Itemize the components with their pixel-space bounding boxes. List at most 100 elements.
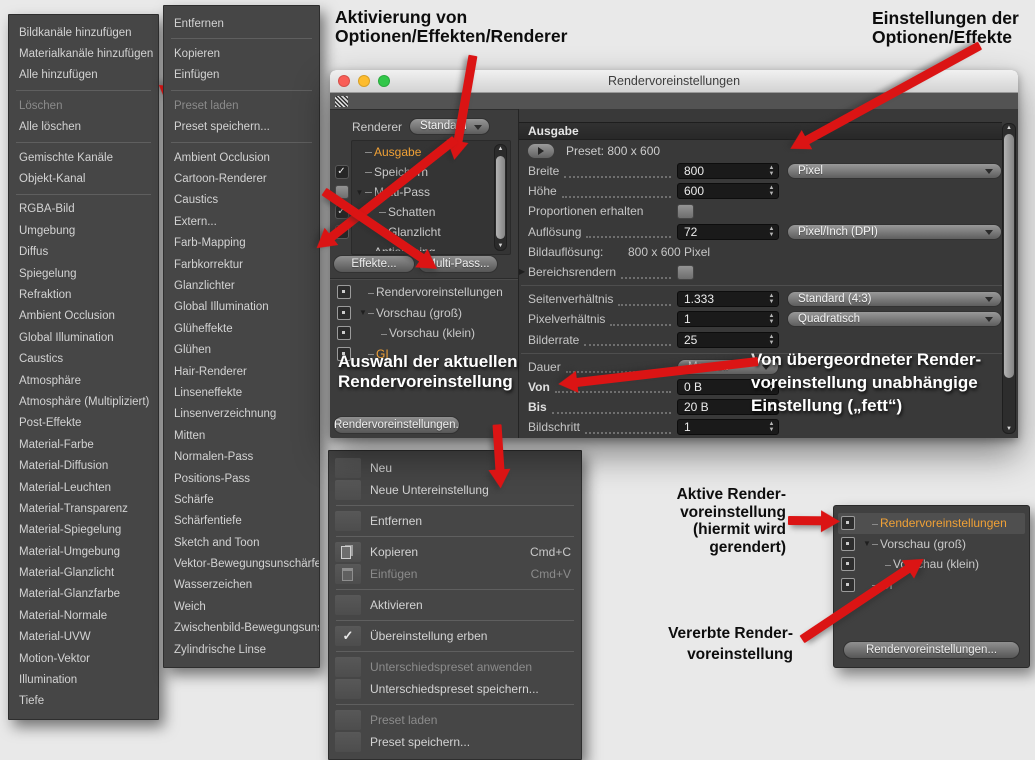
menu-item[interactable]: Material-Diffusion bbox=[9, 455, 158, 476]
renderer-dropdown[interactable]: Standard bbox=[409, 118, 490, 135]
menu-item[interactable]: Caustics bbox=[164, 190, 319, 211]
menu-item[interactable]: Material-Spiegelung bbox=[9, 520, 158, 541]
render-presets-button[interactable]: Rendervoreinstellungen... bbox=[333, 416, 460, 434]
menu-item[interactable]: Material-Leuchten bbox=[9, 477, 158, 498]
preset-tree-row[interactable]: Vorschau (groß) bbox=[838, 534, 1025, 555]
preset-tree-row[interactable]: Vorschau (klein) bbox=[838, 554, 1025, 575]
render-target-icon[interactable] bbox=[841, 578, 855, 592]
menu-item[interactable]: Farbkorrektur bbox=[164, 254, 319, 275]
tree-row[interactable]: Antialiasing bbox=[333, 242, 509, 251]
preset-tree-row[interactable]: Vorschau (klein) bbox=[334, 323, 512, 344]
menu-item[interactable]: Mitten bbox=[164, 425, 319, 446]
menu-item[interactable]: Neue Untereinstellung bbox=[329, 479, 581, 501]
stepper-arrows-icon[interactable] bbox=[765, 421, 778, 433]
menu-item[interactable]: Material-Glanzfarbe bbox=[9, 584, 158, 605]
checkbox[interactable] bbox=[677, 204, 694, 219]
value-field[interactable]: 1 bbox=[677, 419, 779, 435]
render-target-icon[interactable] bbox=[337, 285, 351, 299]
tree-expander-icon[interactable] bbox=[862, 539, 872, 548]
menu-item[interactable]: Glühen bbox=[164, 339, 319, 360]
value-field[interactable]: 25 bbox=[677, 332, 779, 348]
render-presets-button[interactable]: Rendervoreinstellungen... bbox=[843, 641, 1020, 659]
menu-item[interactable]: RGBA-Bild bbox=[9, 199, 158, 220]
scroll-up-icon[interactable]: ▲ bbox=[1003, 125, 1015, 131]
menu-item[interactable]: Cartoon-Renderer bbox=[164, 168, 319, 189]
value-field[interactable]: 800 bbox=[677, 163, 779, 179]
menu-item[interactable]: Vektor-Bewegungsunschärfe bbox=[164, 553, 319, 574]
menu-item[interactable] bbox=[336, 589, 574, 590]
menu-item[interactable] bbox=[16, 194, 151, 195]
menu-item[interactable]: Material-Umgebung bbox=[9, 541, 158, 562]
menu-item[interactable] bbox=[16, 142, 151, 143]
menu-item[interactable]: Gemischte Kanäle bbox=[9, 147, 158, 168]
menu-item[interactable] bbox=[336, 704, 574, 705]
menu-item[interactable] bbox=[336, 505, 574, 506]
menu-item[interactable]: Material-UVW bbox=[9, 627, 158, 648]
tree-row[interactable]: Glanzlicht bbox=[333, 222, 509, 242]
menu-item[interactable]: Umgebung bbox=[9, 220, 158, 241]
menu-item[interactable]: Normalen-Pass bbox=[164, 446, 319, 467]
preset-tree-row[interactable]: Rendervoreinstellungen bbox=[838, 513, 1025, 534]
menu-item[interactable]: Sketch and Toon bbox=[164, 532, 319, 553]
unit-dropdown[interactable]: Quadratisch bbox=[787, 311, 1002, 327]
menu-item[interactable]: Neu bbox=[329, 457, 581, 479]
effects-button[interactable]: Effekte... bbox=[333, 255, 415, 273]
menu-item[interactable]: Material-Farbe bbox=[9, 434, 158, 455]
unit-dropdown[interactable]: Standard (4:3) bbox=[787, 291, 1002, 307]
render-target-icon[interactable] bbox=[841, 557, 855, 571]
menu-item[interactable]: Weich bbox=[164, 596, 319, 617]
menu-item[interactable]: Linseneffekte bbox=[164, 382, 319, 403]
menu-item[interactable]: Motion-Vektor bbox=[9, 648, 158, 669]
preset-tree-row[interactable]: Rendervoreinstellungen bbox=[334, 282, 512, 303]
menu-item[interactable]: Übereinstellung erben bbox=[329, 625, 581, 647]
render-target-icon[interactable] bbox=[841, 516, 855, 530]
stepper-arrows-icon[interactable] bbox=[765, 334, 778, 346]
scroll-up-icon[interactable]: ▲ bbox=[495, 146, 506, 152]
menu-item[interactable]: Positions-Pass bbox=[164, 468, 319, 489]
checkbox[interactable] bbox=[677, 265, 694, 280]
menu-item[interactable]: Schärfe bbox=[164, 489, 319, 510]
stepper-arrows-icon[interactable] bbox=[765, 165, 778, 177]
menu-item[interactable]: Atmosphäre (Multipliziert) bbox=[9, 391, 158, 412]
menu-item[interactable]: Schärfentiefe bbox=[164, 511, 319, 532]
menu-item[interactable]: Aktivieren bbox=[329, 594, 581, 616]
tree-row[interactable]: Multi-Pass bbox=[333, 182, 509, 202]
render-target-icon[interactable] bbox=[841, 537, 855, 551]
menu-item[interactable]: Unterschiedspreset speichern... bbox=[329, 678, 581, 700]
menu-item[interactable]: Bildkanäle hinzufügen bbox=[9, 22, 158, 43]
menu-item[interactable]: Global Illumination bbox=[164, 297, 319, 318]
menu-item[interactable] bbox=[336, 620, 574, 621]
menu-item[interactable] bbox=[171, 142, 312, 143]
tree-checkbox[interactable] bbox=[333, 165, 350, 179]
tree-scrollbar[interactable]: ▲ ▼ bbox=[494, 144, 507, 251]
menu-item[interactable]: Material-Normale bbox=[9, 605, 158, 626]
render-target-icon[interactable] bbox=[337, 306, 351, 320]
menu-item[interactable]: Hair-Renderer bbox=[164, 361, 319, 382]
menu-item[interactable]: Global Illumination bbox=[9, 327, 158, 348]
menu-item[interactable]: Material-Glanzlicht bbox=[9, 562, 158, 583]
menu-item[interactable]: Glanzlichter bbox=[164, 275, 319, 296]
menu-item[interactable]: Zwischenbild-Bewegungsuns bbox=[164, 618, 319, 639]
value-field[interactable]: 600 bbox=[677, 183, 779, 199]
expand-triangle-icon[interactable] bbox=[519, 267, 525, 276]
menu-item[interactable]: Einfügen Cmd+V bbox=[329, 563, 581, 585]
menu-item[interactable]: Entfernen bbox=[164, 13, 319, 34]
menu-item[interactable]: Illumination bbox=[9, 669, 158, 690]
output-scrollbar[interactable]: ▲ ▼ bbox=[1002, 123, 1016, 434]
value-field[interactable]: 1 bbox=[677, 311, 779, 327]
menu-item[interactable]: Ambient Occlusion bbox=[164, 147, 319, 168]
menu-item[interactable]: Material-Transparenz bbox=[9, 498, 158, 519]
preset-popup-button[interactable] bbox=[527, 143, 555, 159]
menu-item[interactable]: Unterschiedspreset anwenden bbox=[329, 656, 581, 678]
scroll-down-icon[interactable]: ▼ bbox=[495, 243, 506, 249]
menu-item[interactable] bbox=[336, 651, 574, 652]
menu-item[interactable]: Linsenverzeichnung bbox=[164, 404, 319, 425]
menu-item[interactable]: Diffus bbox=[9, 242, 158, 263]
menu-item[interactable] bbox=[171, 90, 312, 91]
menu-item[interactable]: Kopieren Cmd+C bbox=[329, 541, 581, 563]
menu-item[interactable]: Objekt-Kanal bbox=[9, 168, 158, 189]
stepper-arrows-icon[interactable] bbox=[765, 313, 778, 325]
menu-item[interactable] bbox=[171, 38, 312, 39]
menu-item[interactable]: Zylindrische Linse bbox=[164, 639, 319, 660]
menu-item[interactable]: Alle löschen bbox=[9, 117, 158, 138]
